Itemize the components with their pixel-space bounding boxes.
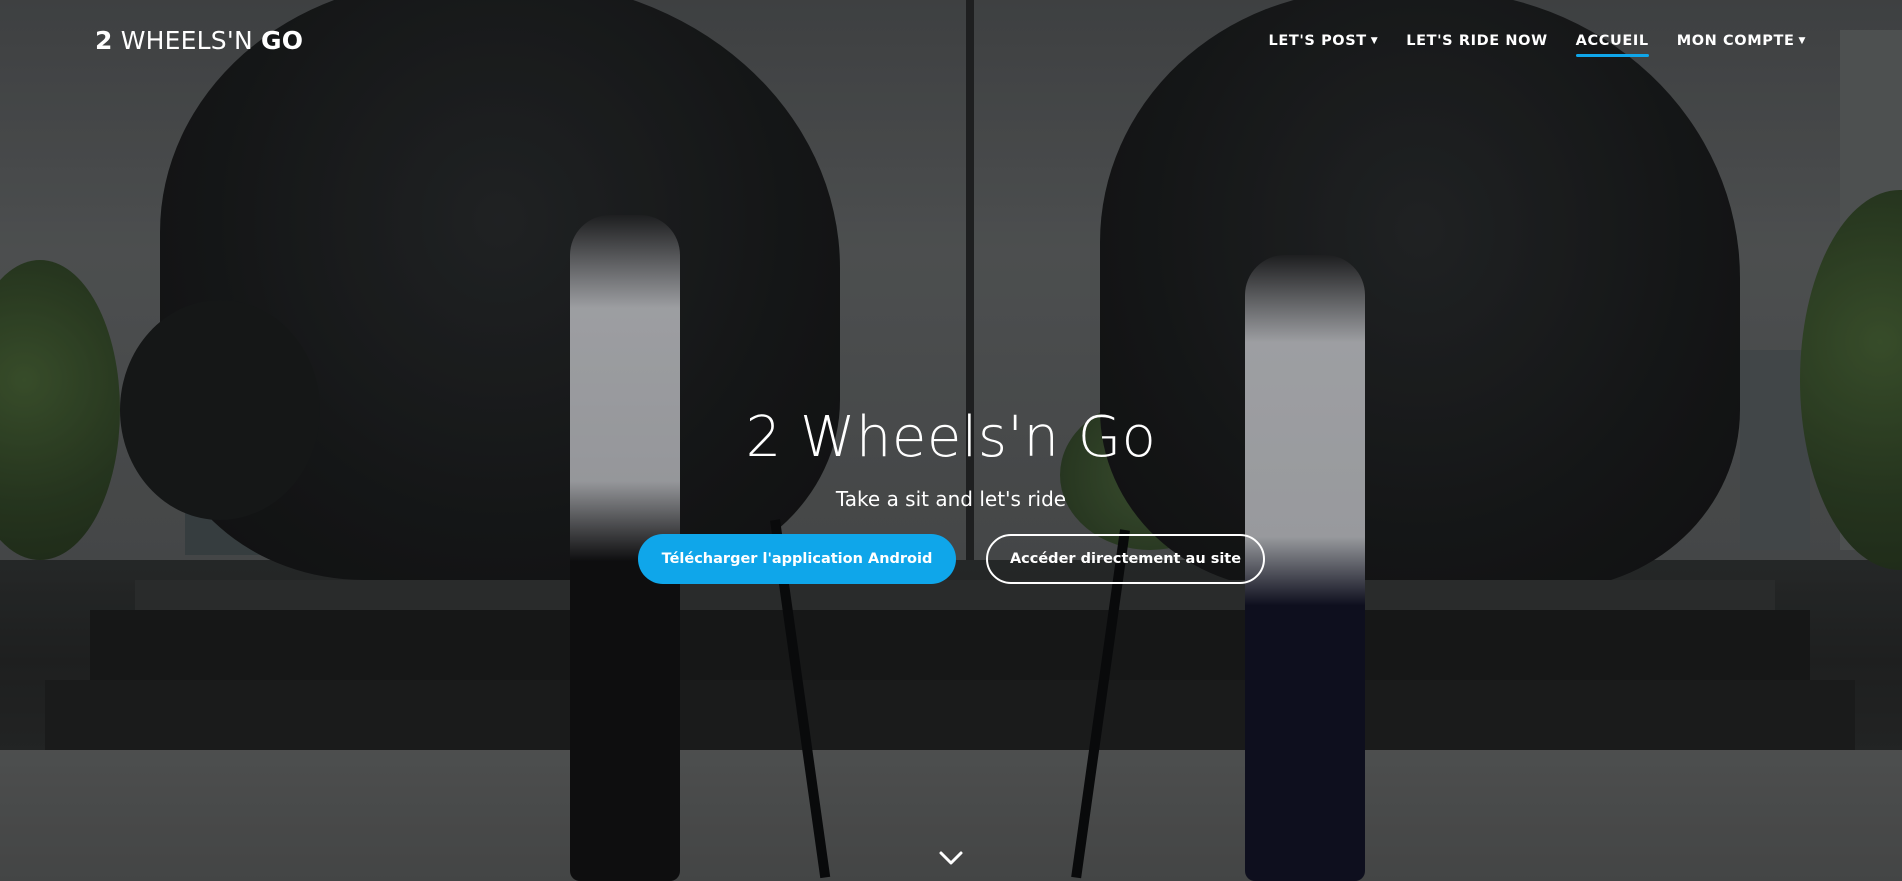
nav-label: LET'S RIDE NOW bbox=[1406, 33, 1548, 49]
nav-label: MON COMPTE bbox=[1676, 33, 1795, 49]
caret-down-icon: ▼ bbox=[1798, 36, 1806, 46]
brand-bold-prefix: 2 bbox=[95, 26, 113, 55]
hero-title: 2 Wheels'n Go bbox=[745, 405, 1157, 470]
brand-middle: WHEELS'N bbox=[120, 26, 253, 55]
access-site-button[interactable]: Accéder directement au site bbox=[986, 534, 1265, 584]
nav-item-accueil[interactable]: ACCUEIL bbox=[1575, 33, 1649, 57]
nav-label: LET'S POST bbox=[1268, 33, 1367, 49]
nav-item-lets-post[interactable]: LET'S POST ▼ bbox=[1269, 33, 1379, 49]
nav-item-mon-compte[interactable]: MON COMPTE ▼ bbox=[1677, 33, 1806, 49]
caret-down-icon: ▼ bbox=[1370, 36, 1379, 46]
brand-bold-suffix: GO bbox=[261, 26, 304, 55]
download-android-button[interactable]: Télécharger l'application Android bbox=[638, 534, 956, 584]
main-nav: LET'S POST ▼ LET'S RIDE NOW ACCUEIL MON C… bbox=[1241, 33, 1807, 57]
chevron-down-icon[interactable] bbox=[938, 848, 964, 868]
nav-item-lets-ride-now[interactable]: LET'S RIDE NOW bbox=[1406, 33, 1547, 49]
nav-label: ACCUEIL bbox=[1575, 33, 1649, 49]
brand-logo[interactable]: 2 WHEELS'N GO bbox=[95, 26, 303, 55]
hero-section: 2 WHEELS'N GO LET'S POST ▼ LET'S RIDE NOW… bbox=[0, 0, 1902, 881]
hero-subtitle: Take a sit and let's ride bbox=[835, 487, 1067, 511]
